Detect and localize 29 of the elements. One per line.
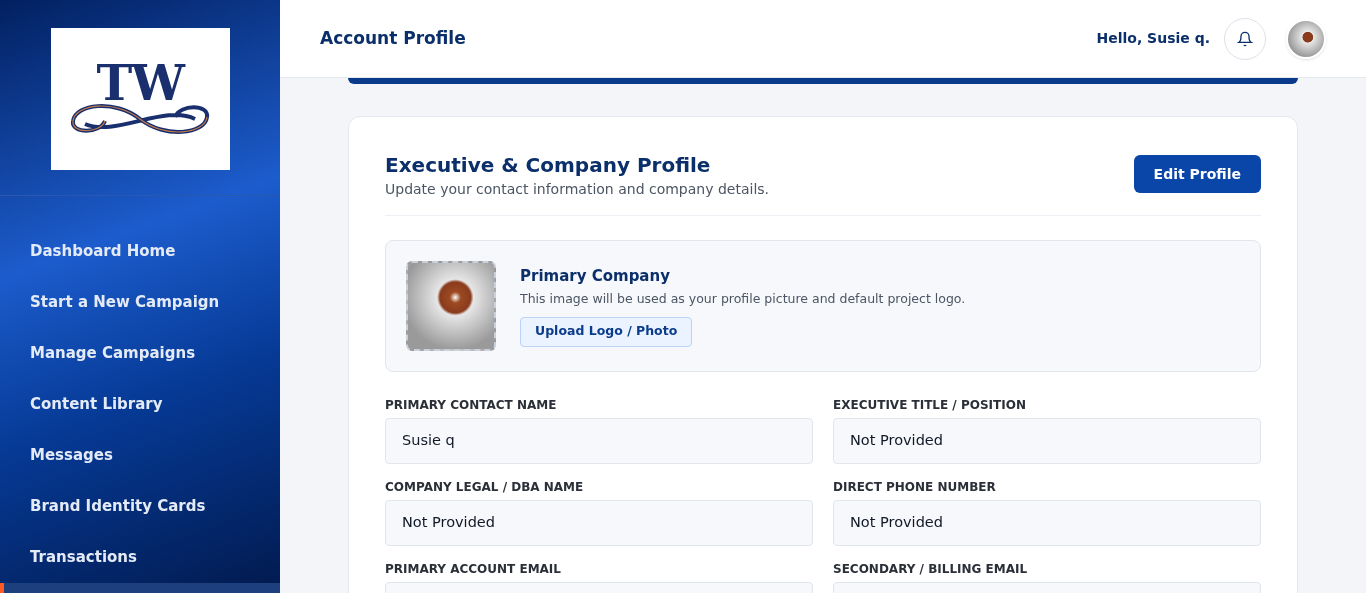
field-label: COMPANY LEGAL / DBA NAME [385, 480, 585, 494]
page-title: Account Profile [320, 26, 467, 50]
avatar[interactable] [1286, 18, 1326, 59]
section-title: Executive & Company Profile [385, 152, 712, 179]
sidebar-item[interactable]: Messages [0, 430, 280, 481]
sidebar-item[interactable]: Brand Identity Cards [0, 481, 280, 532]
field-label: PRIMARY CONTACT NAME [385, 398, 558, 412]
field-value[interactable]: Susie q [385, 418, 813, 464]
edit-profile-button[interactable]: Edit Profile [1133, 155, 1261, 193]
field-label: DIRECT PHONE NUMBER [833, 480, 997, 494]
company-description: This image will be used as your profile picture and default project logo. [520, 289, 966, 308]
field-label: SECONDARY / BILLING EMAIL [833, 562, 1029, 576]
sidebar-item[interactable]: Dashboard Home [0, 226, 280, 277]
sidebar-item[interactable]: Transactions [0, 532, 280, 583]
field-label: EXECUTIVE TITLE / POSITION [833, 398, 1027, 412]
sidebar-item[interactable]: Manage Campaigns [0, 328, 280, 379]
field-value[interactable]: Not Provided [385, 500, 813, 546]
greeting-text: Hello, Susie q. [1096, 29, 1210, 48]
sidebar-item[interactable]: Content Library [0, 379, 280, 430]
company-name: Primary Company [520, 266, 670, 288]
section-subtitle: Update your contact information and company details. [385, 180, 771, 199]
sidebar-item[interactable]: Start a New Campaign [0, 277, 280, 328]
company-logo: TW [50, 28, 230, 170]
notification-button[interactable] [1224, 17, 1266, 60]
field-value[interactable]: Not Provided [833, 500, 1261, 546]
upload-logo-button[interactable]: Upload Logo / Photo [520, 316, 693, 347]
bell-icon [1237, 30, 1253, 47]
field-label: PRIMARY ACCOUNT EMAIL [385, 562, 562, 576]
field-value[interactable]: Not Provided [833, 418, 1261, 464]
